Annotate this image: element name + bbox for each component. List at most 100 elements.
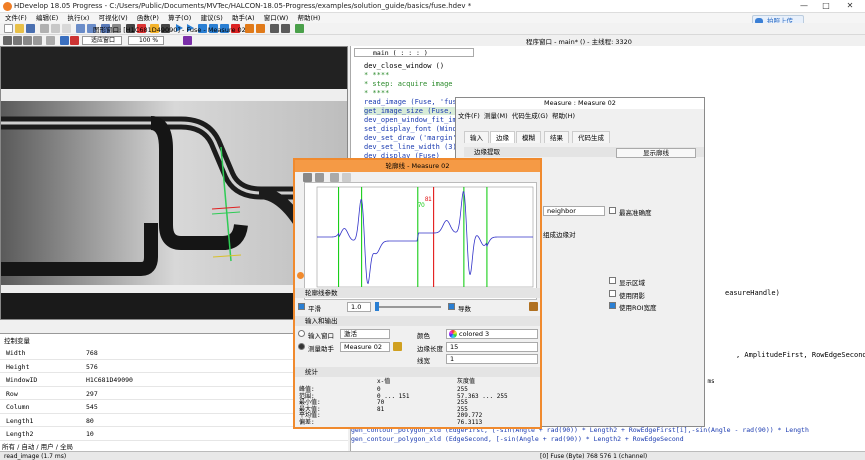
- code-line[interactable]: dev_set_line_width (3): [364, 143, 457, 151]
- code-fragment: easureHandle): [725, 289, 780, 297]
- input-window-radio[interactable]: [298, 330, 305, 337]
- save-graphics-icon[interactable]: [60, 36, 69, 45]
- tab-user[interactable]: 用户: [41, 443, 54, 451]
- input-window-select[interactable]: 激活: [340, 329, 390, 339]
- menu-visualize[interactable]: 可视化(V): [99, 13, 128, 23]
- move-icon[interactable]: [13, 36, 22, 45]
- edge-length-input[interactable]: 15: [446, 342, 538, 352]
- open-icon[interactable]: [15, 24, 24, 33]
- use-shadow-checkbox[interactable]: [609, 290, 616, 297]
- measure-menu-measure[interactable]: 测量(M): [484, 112, 508, 120]
- measure-menu-help[interactable]: 帮助(H): [552, 112, 575, 120]
- save-icon[interactable]: [26, 24, 35, 33]
- zoom-select[interactable]: 100 %: [128, 36, 164, 45]
- paste-icon[interactable]: [62, 24, 71, 33]
- io-section[interactable]: 输入和输出: [295, 316, 540, 326]
- marker-label-green: 70: [418, 203, 425, 209]
- export-icon[interactable]: [529, 302, 538, 311]
- procedure-select[interactable]: main ( : : : ): [354, 48, 474, 57]
- tab-auto[interactable]: 自动: [21, 443, 34, 451]
- tab-results[interactable]: 结果: [544, 131, 569, 143]
- smooth-checkbox[interactable]: [298, 303, 305, 310]
- new-icon[interactable]: [4, 24, 13, 33]
- color-select[interactable]: colored 3: [446, 329, 538, 339]
- tab-fuzzy[interactable]: 模糊: [516, 131, 541, 143]
- code-line[interactable]: set_display_font (Window: [364, 125, 465, 133]
- stats-section[interactable]: 统计: [295, 367, 540, 377]
- assistant-icon[interactable]: [393, 342, 402, 351]
- status-bar: read_image (1.7 ms) [0] Fuse (Byte) 768 …: [0, 451, 865, 460]
- code-line[interactable]: * step: acquire image: [364, 80, 453, 88]
- zoom-icon[interactable]: [303, 173, 312, 182]
- menu-execute[interactable]: 执行(x): [67, 13, 89, 23]
- params-section[interactable]: 轮廓线参数: [295, 288, 540, 298]
- copy-icon[interactable]: [342, 173, 351, 182]
- menu-suggestions[interactable]: 建议(S): [201, 13, 223, 23]
- copy-icon[interactable]: [51, 24, 60, 33]
- code-line[interactable]: dev_close_window (): [364, 62, 444, 70]
- code-line[interactable]: get_image_size (Fuse, W: [364, 107, 461, 115]
- slider-handle[interactable]: [375, 302, 379, 311]
- minimize-button[interactable]: —: [796, 1, 812, 12]
- cut-icon[interactable]: [40, 24, 49, 33]
- code-line[interactable]: read_image (Fuse, 'fuse: [364, 98, 461, 106]
- profile-plot[interactable]: 0204060801001201401508170: [304, 182, 539, 300]
- table-row[interactable]: Length2 10: [0, 427, 348, 441]
- fit-window-select[interactable]: 适应窗口: [82, 36, 122, 45]
- menu-file[interactable]: 文件(F): [5, 13, 27, 23]
- close-button[interactable]: ✕: [842, 1, 858, 12]
- undo-icon[interactable]: [76, 24, 85, 33]
- measure-menu-file[interactable]: 文件(F): [458, 112, 480, 120]
- menu-edit[interactable]: 编辑(E): [36, 13, 58, 23]
- code-line[interactable]: * ****: [364, 89, 389, 97]
- color-icon[interactable]: [183, 36, 192, 45]
- clear-icon[interactable]: [70, 36, 79, 45]
- smooth-input[interactable]: 1.0: [347, 302, 371, 312]
- stats-x-values: 0 0 ... 151 70 81: [377, 386, 410, 413]
- use-roi-width-checkbox[interactable]: [609, 302, 616, 309]
- zoom-icon[interactable]: [281, 24, 290, 33]
- code-line[interactable]: * ****: [364, 71, 389, 79]
- assistant-label: 测量助手: [308, 345, 334, 353]
- help-icon[interactable]: [295, 24, 304, 33]
- menu-help[interactable]: 帮助(H): [298, 13, 321, 23]
- tab-global[interactable]: 全局: [60, 443, 73, 451]
- tab-input[interactable]: 输入: [464, 131, 489, 143]
- color-wheel-icon: [449, 330, 457, 338]
- variables-title: 控制变量: [4, 337, 30, 345]
- code-line[interactable]: gen_contour_polygon_xld (EdgeSecond, [-s…: [351, 435, 684, 443]
- code-line[interactable]: dev_set_draw ('margin'): [364, 134, 461, 142]
- smooth-slider[interactable]: [375, 306, 441, 308]
- show-profile-button[interactable]: 显示廓线: [616, 148, 696, 158]
- menu-window[interactable]: 窗口(W): [264, 13, 289, 23]
- help-icon[interactable]: [297, 272, 304, 279]
- interp-select[interactable]: neighbor: [543, 206, 605, 216]
- graphics-window-icon[interactable]: [270, 24, 279, 33]
- code-line[interactable]: dev_open_window_fit_ima: [364, 116, 461, 124]
- reset-icon[interactable]: [245, 24, 254, 33]
- profile-chart: 0204060801001201401508170: [315, 186, 539, 298]
- maximize-button[interactable]: □: [818, 1, 834, 12]
- refresh-icon[interactable]: [330, 173, 339, 182]
- assistant-select[interactable]: Measure 02: [340, 342, 390, 352]
- tab-all[interactable]: 所有: [2, 443, 15, 451]
- menu-assistants[interactable]: 助手(A): [232, 13, 255, 23]
- pointer-icon[interactable]: [3, 36, 12, 45]
- pan-icon[interactable]: [315, 173, 324, 182]
- magnify-icon[interactable]: [46, 36, 55, 45]
- tab-edges[interactable]: 边缘: [490, 131, 515, 143]
- menu-operators[interactable]: 算子(O): [168, 13, 191, 23]
- menu-bar: 文件(F) 编辑(E) 执行(x) 可视化(V) 函数(P) 算子(O) 建议(…: [0, 13, 865, 23]
- hand-icon[interactable]: [23, 36, 32, 45]
- measure-menu-codegen[interactable]: 代码生成(G): [512, 112, 548, 120]
- menu-procedures[interactable]: 函数(P): [137, 13, 159, 23]
- tab-codegen[interactable]: 代码生成: [572, 131, 610, 143]
- line-width-input[interactable]: 1: [446, 354, 538, 364]
- program-window-title: 程序窗口 - main* () - 主线程: 3320: [526, 38, 632, 46]
- derivative-checkbox[interactable]: [448, 303, 455, 310]
- show-region-checkbox[interactable]: [609, 277, 616, 284]
- assistant-radio[interactable]: [298, 343, 305, 350]
- zoom-in-icon[interactable]: [33, 36, 42, 45]
- max-accuracy-checkbox[interactable]: [609, 207, 616, 214]
- reset-program-icon[interactable]: [256, 24, 265, 33]
